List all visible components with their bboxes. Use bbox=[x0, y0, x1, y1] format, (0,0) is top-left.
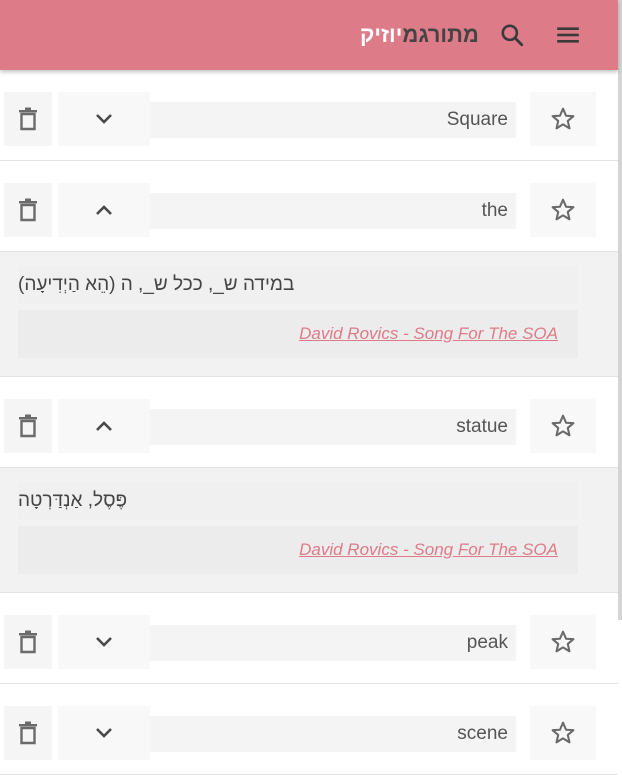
chevron-up-icon bbox=[96, 421, 112, 431]
list-item: peak bbox=[0, 593, 618, 684]
star-outline-icon bbox=[551, 198, 575, 221]
star-outline-icon bbox=[551, 414, 575, 437]
trash-icon bbox=[19, 721, 37, 745]
list-item: statue bbox=[0, 377, 618, 468]
scrollbar[interactable] bbox=[618, 0, 622, 620]
word-label[interactable]: scene bbox=[150, 716, 516, 752]
app-bar: מתורגמיוזיק bbox=[0, 0, 618, 70]
app-title-part-1: מתורגמ bbox=[402, 22, 479, 47]
trash-icon bbox=[19, 107, 37, 131]
chevron-down-icon bbox=[96, 637, 112, 647]
delete-button[interactable] bbox=[4, 92, 52, 146]
translation-panel: במידה ש_, ככל ש_, ה (הֵא הַיְדִיעָה) Dav… bbox=[0, 252, 618, 377]
song-source-link[interactable]: David Rovics - Song For The SOA bbox=[299, 324, 558, 344]
translation-panel: פֶּסֶל, אַנְדַּרְטָה David Rovics - Song… bbox=[0, 468, 618, 593]
delete-button[interactable] bbox=[4, 706, 52, 760]
favorite-button[interactable] bbox=[530, 92, 596, 146]
trash-icon bbox=[19, 198, 37, 222]
word-label[interactable]: the bbox=[150, 193, 516, 229]
vocabulary-list: Square the במידה ש_, ככל ש_, ה (הֵא הַיְ… bbox=[0, 70, 618, 775]
song-source-link[interactable]: David Rovics - Song For The SOA bbox=[299, 540, 558, 560]
chevron-down-icon bbox=[96, 728, 112, 738]
chevron-up-icon bbox=[96, 205, 112, 215]
favorite-button[interactable] bbox=[530, 399, 596, 453]
star-outline-icon bbox=[551, 721, 575, 744]
translation-text: במידה ש_, ככל ש_, ה (הֵא הַיְדִיעָה) bbox=[18, 266, 578, 304]
delete-button[interactable] bbox=[4, 615, 52, 669]
word-label[interactable]: peak bbox=[150, 625, 516, 661]
menu-button[interactable] bbox=[554, 21, 582, 49]
song-source: David Rovics - Song For The SOA bbox=[18, 526, 578, 574]
translation-text: פֶּסֶל, אַנְדַּרְטָה bbox=[18, 482, 578, 520]
search-button[interactable] bbox=[498, 21, 526, 49]
collapse-button[interactable] bbox=[58, 183, 150, 237]
trash-icon bbox=[19, 630, 37, 654]
word-label[interactable]: statue bbox=[150, 409, 516, 445]
star-outline-icon bbox=[551, 107, 575, 130]
trash-icon bbox=[19, 414, 37, 438]
list-item: Square bbox=[0, 70, 618, 161]
list-item: the bbox=[0, 161, 618, 252]
delete-button[interactable] bbox=[4, 399, 52, 453]
favorite-button[interactable] bbox=[530, 706, 596, 760]
app-title: מתורגמיוזיק bbox=[360, 22, 479, 48]
list-item: scene bbox=[0, 684, 618, 775]
word-label[interactable]: Square bbox=[150, 102, 516, 138]
app-title-part-2: יוזיק bbox=[360, 22, 403, 47]
chevron-down-icon bbox=[96, 114, 112, 124]
delete-button[interactable] bbox=[4, 183, 52, 237]
collapse-button[interactable] bbox=[58, 399, 150, 453]
expand-button[interactable] bbox=[58, 92, 150, 146]
song-source: David Rovics - Song For The SOA bbox=[18, 310, 578, 358]
favorite-button[interactable] bbox=[530, 183, 596, 237]
expand-button[interactable] bbox=[58, 706, 150, 760]
favorite-button[interactable] bbox=[530, 615, 596, 669]
star-outline-icon bbox=[551, 630, 575, 653]
menu-icon bbox=[557, 27, 579, 43]
expand-button[interactable] bbox=[58, 615, 150, 669]
search-icon bbox=[501, 24, 524, 47]
